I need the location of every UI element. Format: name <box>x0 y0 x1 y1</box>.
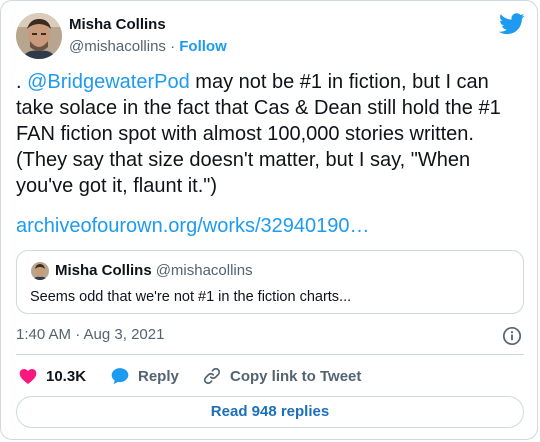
tweet-timestamp[interactable]: 1:40 AM · Aug 3, 2021 <box>16 326 164 343</box>
like-button[interactable]: 10.3K <box>18 366 86 386</box>
twitter-bird-icon[interactable] <box>499 13 525 35</box>
quoted-tweet-text: Seems odd that we're not #1 in the ficti… <box>30 289 352 305</box>
embedded-tweet-card: Misha Collins @mishacollins · Follow . @… <box>0 0 538 440</box>
author-handle-row: @mishacollins · Follow <box>69 38 227 55</box>
reply-label: Reply <box>138 367 179 385</box>
mention-link[interactable]: @BridgewaterPod <box>27 71 190 93</box>
copy-link-label: Copy link to Tweet <box>230 367 362 385</box>
author-avatar[interactable] <box>16 13 62 59</box>
divider <box>16 354 524 355</box>
reply-button[interactable]: Reply <box>110 366 179 386</box>
quoted-tweet-card[interactable]: Misha Collins @mishacollins Seems odd tha… <box>16 250 524 314</box>
follow-button[interactable]: Follow <box>179 38 227 55</box>
quoted-author-handle: @mishacollins <box>155 262 253 279</box>
quoted-avatar-icon <box>31 262 49 280</box>
heart-icon <box>19 369 37 384</box>
handle-separator: · <box>170 38 176 55</box>
quoted-author-name: Misha Collins <box>55 262 152 279</box>
copy-link-button[interactable]: Copy link to Tweet <box>202 366 361 386</box>
author-name[interactable]: Misha Collins <box>69 16 166 33</box>
info-icon[interactable] <box>502 326 522 346</box>
like-count: 10.3K <box>46 367 87 385</box>
reply-bubble-icon <box>111 368 129 385</box>
tweet-body: . @BridgewaterPod may not be #1 in ficti… <box>16 69 516 199</box>
read-replies-button[interactable]: Read 948 replies <box>16 396 524 428</box>
tweet-prefix: . <box>16 71 28 93</box>
quoted-author-avatar <box>31 262 49 280</box>
author-handle[interactable]: @mishacollins <box>69 38 166 55</box>
avatar-photo-icon <box>16 13 62 59</box>
link-icon <box>203 367 221 385</box>
quoted-author-row: Misha Collins @mishacollins <box>55 262 253 279</box>
tweet-url-link[interactable]: archiveofourown.org/works/32940190… <box>16 215 370 237</box>
tweet-url-line: archiveofourown.org/works/32940190… <box>16 213 370 239</box>
